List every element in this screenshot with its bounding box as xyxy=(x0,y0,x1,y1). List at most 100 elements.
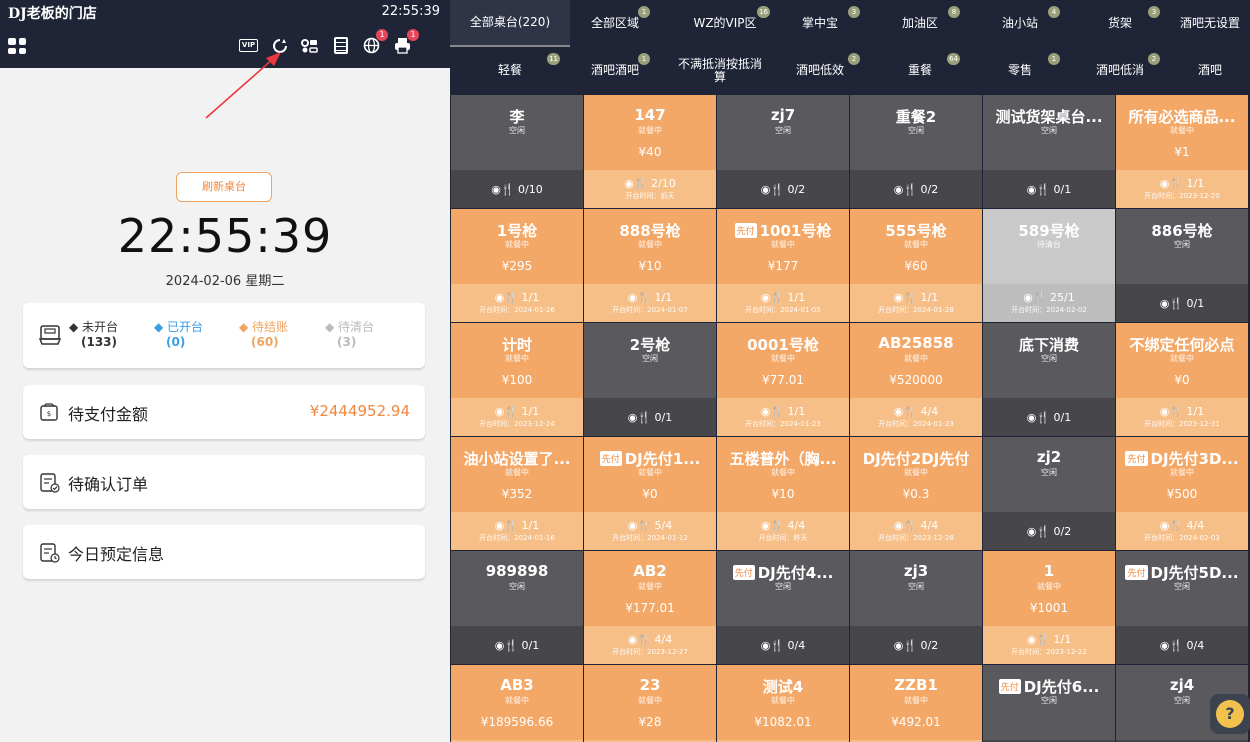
table-card[interactable]: 先付 DJ先付5D... 空闲 ◉🍴 0/4 xyxy=(1116,551,1248,664)
table-card-footer: ◉🍴 5/4 开台时间：2024-01-12 xyxy=(584,512,716,550)
area-tab[interactable]: 全部区域 1 xyxy=(570,0,660,47)
area-tab[interactable]: 全部桌台(220) xyxy=(450,0,570,47)
pending-payment-card[interactable]: $ 待支付金额 ¥2444952.94 xyxy=(23,385,425,439)
table-card[interactable]: 油小站设置了... 就餐中 ¥352 ◉🍴 1/1 开台时间：2024-01-16 xyxy=(451,437,583,550)
table-card[interactable]: 555号枪 就餐中 ¥60 ◉🍴 1/1 开台时间：2024-01-28 xyxy=(850,209,982,322)
status-to-clear[interactable]: ◆ 待清台 (3) xyxy=(325,320,374,350)
table-name: 1号枪 xyxy=(496,222,538,240)
table-card[interactable]: 计时 就餐中 ¥100 ◉🍴 1/1 开台时间：2023-12-24 xyxy=(451,323,583,436)
table-status: 就餐中 xyxy=(771,240,795,249)
table-card[interactable]: 先付 1001号枪 就餐中 ¥177 ◉🍴 1/1 开台时间：2024-01-05 xyxy=(717,209,849,322)
table-card-footer: ◉🍴 0/1 xyxy=(983,398,1115,436)
area-tab[interactable]: 重餐 64 xyxy=(870,47,970,94)
table-card[interactable]: 989898 空闲 ◉🍴 0/1 xyxy=(451,551,583,664)
table-card[interactable]: 589号枪 待清台 ◉🍴 25/1 开台时间：2024-02-02 xyxy=(983,209,1115,322)
table-card[interactable]: zj7 空闲 ◉🍴 0/2 xyxy=(717,95,849,208)
table-card[interactable]: 李空闲 ◉🍴 0/10 xyxy=(451,95,583,208)
table-name: 1001号枪 xyxy=(759,222,832,240)
table-name: zj4 xyxy=(1169,676,1195,694)
area-tab[interactable]: 掌中宝 3 xyxy=(770,0,870,47)
area-tab-badge: 11 xyxy=(547,53,560,65)
area-tab-label: 轻餐 xyxy=(497,63,522,77)
status-unopened[interactable]: ◆ 未开台 (133) xyxy=(69,320,118,350)
table-card[interactable]: zj3 空闲 ◉🍴 0/2 xyxy=(850,551,982,664)
table-name: 888号枪 xyxy=(619,222,681,240)
table-card[interactable]: 147 就餐中 ¥40 ◉🍴 2/10 开台时间：前天 xyxy=(584,95,716,208)
table-amount: ¥77.01 xyxy=(762,373,804,387)
table-card[interactable]: 先付 DJ先付1... 就餐中 ¥0 ◉🍴 5/4 开台时间：2024-01-12 xyxy=(584,437,716,550)
table-card[interactable]: 2号枪 空闲 ◉🍴 0/1 xyxy=(584,323,716,436)
table-card[interactable]: 五楼普外（胸... 就餐中 ¥10 ◉🍴 4/4 开台时间：昨天 xyxy=(717,437,849,550)
table-name: 不绑定任何必点 xyxy=(1129,336,1235,354)
table-guests-row: ◉🍴 0/1 xyxy=(1027,183,1072,196)
table-guests: 0/2 xyxy=(920,182,939,196)
table-guests-row: ◉🍴 0/2 xyxy=(894,639,939,652)
table-card[interactable]: 先付 DJ先付6... 空闲 xyxy=(983,665,1115,742)
table-card[interactable]: 测试货架桌台... 空闲 ◉🍴 0/1 xyxy=(983,95,1115,208)
area-tab[interactable]: WZ的VIP区 16 xyxy=(670,0,780,47)
area-tab[interactable]: 油小站 4 xyxy=(970,0,1070,47)
table-card-footer: ◉🍴 1/1 开台时间：2024-01-05 xyxy=(717,284,849,322)
area-tab[interactable]: 加油区 8 xyxy=(870,0,970,47)
area-tab[interactable]: 酒吧酒吧 1 xyxy=(570,47,660,94)
table-name: AB2 xyxy=(633,562,667,580)
table-card[interactable]: 所有必选商品... 就餐中 ¥1 ◉🍴 1/1 开台时间：2023-12-20 xyxy=(1116,95,1248,208)
table-name-row: AB25858 xyxy=(852,334,980,352)
table-guests-row: ◉🍴 1/1 xyxy=(1160,177,1205,190)
area-tab[interactable]: 零售 1 xyxy=(970,47,1070,94)
help-button[interactable]: ? xyxy=(1210,694,1250,734)
table-status: 空闲 xyxy=(908,582,924,591)
wallet-icon: $ xyxy=(40,403,58,421)
status-to-pay[interactable]: ◆ 待结账 (60) xyxy=(239,320,288,350)
area-tab[interactable]: 酒吧低效 2 xyxy=(770,47,870,94)
table-card[interactable]: DJ先付2DJ先付 就餐中 ¥0.3 ◉🍴 4/4 开台时间：2023-12-28 xyxy=(850,437,982,550)
refresh-tables-button[interactable]: 刷新桌台 xyxy=(176,172,272,202)
status-to-pay-label: ◆ 待结账 xyxy=(239,320,289,334)
pending-confirm-card[interactable]: 待确认订单 xyxy=(23,455,425,509)
table-guests-row: ◉🍴 1/1 xyxy=(1027,633,1072,646)
table-card[interactable]: 1号枪 就餐中 ¥295 ◉🍴 1/1 开台时间：2024-01-26 xyxy=(451,209,583,322)
area-tab-label: 酒吧低效 xyxy=(795,63,844,77)
table-card[interactable]: 不绑定任何必点 就餐中 ¥0 ◉🍴 1/1 开台时间：2023-12-31 xyxy=(1116,323,1248,436)
table-open-time: 开台时间：2023-12-31 xyxy=(1144,420,1220,428)
table-card[interactable]: AB25858 就餐中 ¥520000 ◉🍴 4/4 开台时间：2024-01-23 xyxy=(850,323,982,436)
table-card-body: 不绑定任何必点 就餐中 ¥0 xyxy=(1116,323,1248,398)
table-card[interactable]: 0001号枪 就餐中 ¥77.01 ◉🍴 1/1 开台时间：2024-01-23 xyxy=(717,323,849,436)
table-amount: ¥28 xyxy=(638,715,662,729)
today-reservation-card[interactable]: 今日预定信息 xyxy=(23,525,425,579)
area-tab[interactable]: 酒吧低消 2 xyxy=(1070,47,1170,94)
table-name: DJ先付1... xyxy=(624,450,701,468)
table-card[interactable]: AB2 就餐中 ¥177.01 ◉🍴 4/4 开台时间：2023-12-27 xyxy=(584,551,716,664)
table-card[interactable]: 重餐2 空闲 ◉🍴 0/2 xyxy=(850,95,982,208)
table-card[interactable]: 1 就餐中 ¥1001 ◉🍴 1/1 开台时间：2023-12-22 xyxy=(983,551,1115,664)
table-card-body: zj3 空闲 xyxy=(850,551,982,626)
area-tab-badge: 4 xyxy=(1048,6,1060,18)
table-open-time: 开台时间：2024-01-26 xyxy=(479,306,555,314)
area-tab[interactable]: 轻餐 11 xyxy=(450,47,570,94)
table-card[interactable]: AB3 就餐中 ¥189596.66 xyxy=(451,665,583,742)
table-card[interactable]: zj2 空闲 ◉🍴 0/2 xyxy=(983,437,1115,550)
table-name-row: zj7 xyxy=(719,106,847,124)
table-card[interactable]: 23 就餐中 ¥28 xyxy=(584,665,716,742)
table-card-footer: ◉🍴 0/1 xyxy=(983,170,1115,208)
table-name-row: zj4 xyxy=(1118,676,1246,694)
area-tab[interactable]: 酒吧 xyxy=(1170,47,1250,94)
table-card[interactable]: 886号枪 空闲 ◉🍴 0/1 xyxy=(1116,209,1248,322)
area-tab[interactable]: 货架 3 xyxy=(1070,0,1170,47)
table-card[interactable]: 底下消费 空闲 ◉🍴 0/1 xyxy=(983,323,1115,436)
table-card[interactable]: 先付 DJ先付4... 空闲 ◉🍴 0/4 xyxy=(717,551,849,664)
table-card[interactable]: 888号枪 就餐中 ¥10 ◉🍴 1/1 开台时间：2024-01-07 xyxy=(584,209,716,322)
table-name: DJ先付2DJ先付 xyxy=(862,450,970,468)
table-amount: ¥189596.66 xyxy=(480,715,554,729)
area-tab[interactable]: 酒吧无设置 xyxy=(1170,0,1250,47)
area-tab[interactable]: 不满抵消按抵消算 xyxy=(670,47,770,94)
table-card[interactable]: ZZB1 就餐中 ¥492.01 xyxy=(850,665,982,742)
table-card[interactable]: 先付 DJ先付3D... 就餐中 ¥500 ◉🍴 4/4 开台时间：2024-02-03 xyxy=(1116,437,1248,550)
status-opened[interactable]: ◆ 已开台 (0) xyxy=(154,320,203,350)
app-root: DJ老板的门店 22:55:39 VIP 1 1 刷新桌台 22:55:39 2… xyxy=(0,0,1250,742)
table-name: 2号枪 xyxy=(629,336,671,354)
pending-payment-label: 待支付金额 xyxy=(68,405,149,424)
table-guests: 0/2 xyxy=(1053,524,1072,538)
table-card[interactable]: 测试4 就餐中 ¥1082.01 xyxy=(717,665,849,742)
table-name-row: 1号枪 xyxy=(453,220,581,241)
